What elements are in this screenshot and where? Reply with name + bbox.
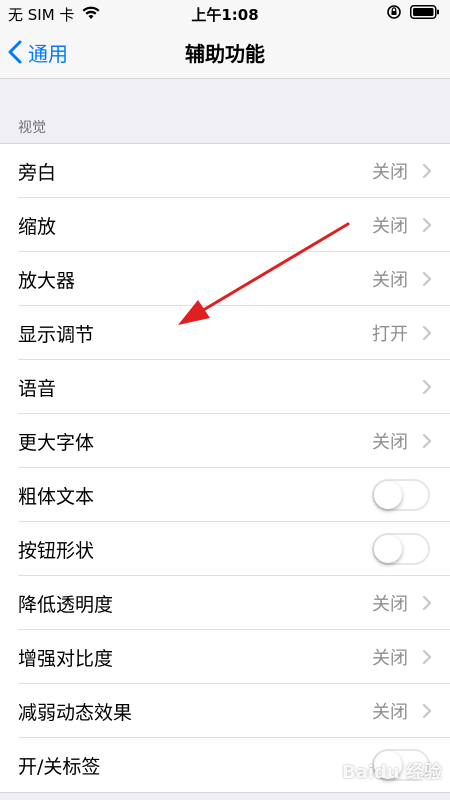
toggle-knob xyxy=(374,481,402,509)
chevron-right-icon xyxy=(422,271,432,287)
row-button-shapes: 按钮形状 xyxy=(0,522,450,576)
row-label: 旁白 xyxy=(18,161,57,184)
row-value: 关闭 xyxy=(372,648,408,669)
row-value: 关闭 xyxy=(372,702,408,723)
chevron-right-icon xyxy=(422,325,432,341)
row-display-accommodations[interactable]: 显示调节 打开 xyxy=(0,306,450,360)
status-right xyxy=(386,4,440,24)
rotation-lock-icon xyxy=(386,4,402,24)
bold-text-toggle[interactable] xyxy=(372,479,430,511)
row-label: 放大器 xyxy=(18,269,76,292)
settings-list: 旁白 关闭 缩放 关闭 放大器 关闭 显示调节 打开 语音 更大字体 关闭 粗体… xyxy=(0,143,450,793)
status-bar: 无 SIM 卡 上午1:08 xyxy=(0,0,450,26)
row-label: 减弱动态效果 xyxy=(18,701,133,724)
section-header-vision: 视觉 xyxy=(18,120,46,136)
row-label: 显示调节 xyxy=(18,323,95,346)
row-speech[interactable]: 语音 xyxy=(0,360,450,414)
row-label: 粗体文本 xyxy=(18,485,95,508)
row-value: 关闭 xyxy=(372,594,408,615)
row-value: 关闭 xyxy=(372,432,408,453)
battery-icon xyxy=(410,5,440,23)
button-shapes-toggle[interactable] xyxy=(372,533,430,565)
row-increase-contrast[interactable]: 增强对比度 关闭 xyxy=(0,630,450,684)
row-magnifier[interactable]: 放大器 关闭 xyxy=(0,252,450,306)
chevron-right-icon xyxy=(422,703,432,719)
row-voiceover[interactable]: 旁白 关闭 xyxy=(0,144,450,198)
row-zoom[interactable]: 缩放 关闭 xyxy=(0,198,450,252)
row-label: 按钮形状 xyxy=(18,539,95,562)
chevron-right-icon xyxy=(422,433,432,449)
toggle-knob xyxy=(374,535,402,563)
chevron-right-icon xyxy=(422,595,432,611)
page-title: 辅助功能 xyxy=(185,42,265,66)
chevron-right-icon xyxy=(422,217,432,233)
row-value: 关闭 xyxy=(372,216,408,237)
status-time: 上午1:08 xyxy=(191,6,259,24)
chevron-right-icon xyxy=(422,163,432,179)
row-value: 关闭 xyxy=(372,162,408,183)
navigation-bar: 通用 辅助功能 xyxy=(0,26,450,79)
row-reduce-transparency[interactable]: 降低透明度 关闭 xyxy=(0,576,450,630)
chevron-right-icon xyxy=(422,379,432,395)
row-label: 降低透明度 xyxy=(18,593,114,616)
row-value: 打开 xyxy=(372,324,408,345)
watermark: Baidu 经验 xyxy=(341,762,442,783)
row-label: 缩放 xyxy=(18,215,57,238)
row-larger-text[interactable]: 更大字体 关闭 xyxy=(0,414,450,468)
row-label: 语音 xyxy=(18,377,57,400)
row-label: 更大字体 xyxy=(18,431,95,454)
row-label: 增强对比度 xyxy=(18,647,114,670)
row-bold-text: 粗体文本 xyxy=(0,468,450,522)
row-value: 关闭 xyxy=(372,270,408,291)
chevron-right-icon xyxy=(422,649,432,665)
row-reduce-motion[interactable]: 减弱动态效果 关闭 xyxy=(0,684,450,738)
row-label: 开/关标签 xyxy=(18,755,101,778)
